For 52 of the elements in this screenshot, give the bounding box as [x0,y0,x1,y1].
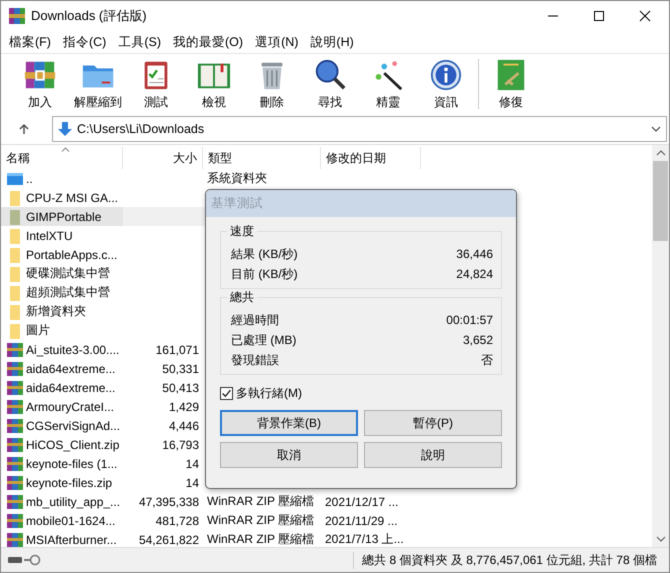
stat-value: 24,824 [456,267,493,281]
file-name: HiCOS_Client.zip [26,438,120,452]
stat-value: 3,652 [462,333,493,347]
file-date: 2021/7/13 上... [325,531,404,548]
stat-label: 目前 (KB/秒) [231,266,298,282]
file-name: mb_utility_app_... [26,494,120,508]
file-size: 54,261,822 [138,532,199,546]
file-type: WinRAR ZIP 壓縮檔 [207,512,314,529]
file-size: 481,728 [156,514,199,528]
file-size: 1,429 [168,400,199,414]
stat-label: 經過時間 [231,312,279,328]
file-name: CPU-Z MSI GA... [26,190,118,204]
stat-value: 00:01:57 [446,313,493,327]
file-name: Ai_stuite3-3.00.... [26,342,120,356]
dialog-title: 基準測試 [206,190,516,217]
file-type: WinRAR ZIP 壓縮檔 [207,493,314,510]
file-name: 圖片 [26,322,50,339]
file-name: ArmouryCrateI... [26,400,114,414]
file-name: CGServiSignAd... [26,418,120,432]
file-name: keynote-files (1... [26,456,118,470]
file-size: 16,793 [162,438,199,452]
file-name: PortableApps.c... [26,248,118,262]
stat-label: 結果 (KB/秒) [231,246,298,262]
file-name: 硬碟測試集中營 [26,265,110,282]
file-name: MSIAfterburner... [26,532,117,546]
status-text: 總共 8 個資料夾 及 8,776,457,061 位元組, 共計 78 個檔 [353,552,669,568]
file-date: 2021/12/17 ... [325,494,398,508]
file-name: keynote-files.zip [26,476,112,490]
file-size: 47,395,338 [138,494,199,508]
file-name: 超頻測試集中營 [26,284,110,301]
stat-label: 發現錯誤 [231,352,279,368]
file-name: .. [26,172,33,186]
file-size: 161,071 [156,342,199,356]
stat-value: 否 [481,352,493,368]
file-size: 14 [186,456,199,470]
file-type: 系統資料夾 [207,170,267,187]
file-size: 4,446 [168,418,199,432]
file-type: WinRAR ZIP 壓縮檔 [207,531,314,548]
file-size: 50,413 [162,380,199,394]
file-name: aida64extreme... [26,362,116,376]
file-name: 新增資料夾 [26,303,86,320]
file-name: GIMPPortable [26,210,102,224]
file-size: 14 [186,476,199,490]
file-name: mobile01-1624... [26,514,116,528]
file-name: IntelXTU [26,228,73,242]
file-date: 2021/11/29 ... [325,514,398,528]
stat-value: 36,446 [456,247,493,261]
file-name: aida64extreme... [26,380,116,394]
window-title: Downloads (評估版) [31,7,148,25]
file-size: 50,331 [162,362,199,376]
stat-label: 已處理 (MB) [231,332,296,348]
group-title: 總共 [227,289,257,306]
